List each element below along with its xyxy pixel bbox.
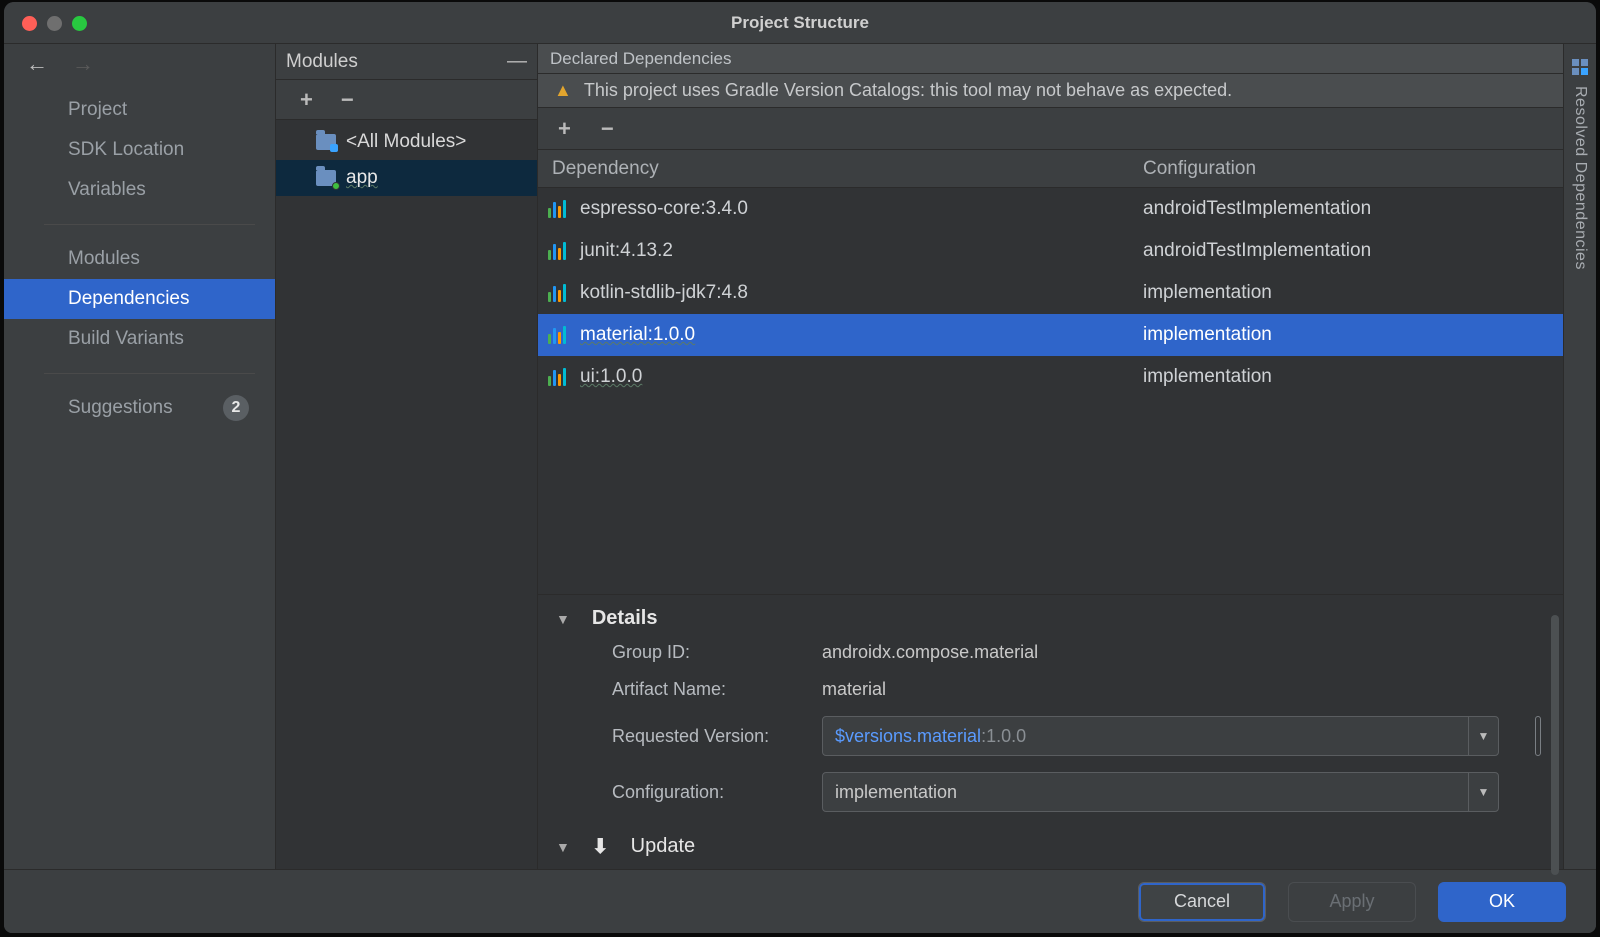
chevron-down-icon: ▼ xyxy=(1468,773,1498,811)
collapse-icon[interactable]: — xyxy=(507,50,527,73)
warning-text: This project uses Gradle Version Catalog… xyxy=(584,80,1232,101)
dep-config: androidTestImplementation xyxy=(1143,198,1563,220)
library-icon xyxy=(548,326,566,344)
download-icon: ⬇ xyxy=(592,834,609,859)
project-structure-window: Project Structure ← → Project SDK Locati… xyxy=(4,2,1596,933)
deps-table-header: Dependency Configuration xyxy=(538,150,1563,188)
requested-version-label: Requested Version: xyxy=(612,726,822,747)
dep-row[interactable]: junit:4.13.2 androidTestImplementation xyxy=(538,230,1563,272)
suggestions-badge: 2 xyxy=(223,395,249,421)
sidebar: ← → Project SDK Location Variables Modul… xyxy=(4,44,276,869)
chevron-down-icon: ▼ xyxy=(1468,717,1498,755)
dep-name: ui:1.0.0 xyxy=(580,366,642,388)
dialog-footer: Cancel Apply OK xyxy=(4,869,1596,933)
dependencies-panel: Declared Dependencies ▲ This project use… xyxy=(538,44,1564,869)
version-variable: $versions.material xyxy=(835,726,981,747)
minimize-icon[interactable] xyxy=(47,16,62,31)
library-icon xyxy=(548,368,566,386)
divider xyxy=(44,373,255,374)
maximize-icon[interactable] xyxy=(72,16,87,31)
group-id-label: Group ID: xyxy=(612,642,822,663)
nav-history: ← → xyxy=(4,44,275,84)
details-panel: ▼ Details Group ID: androidx.compose.mat… xyxy=(538,594,1563,869)
update-chevron-icon[interactable]: ▼ xyxy=(556,839,570,855)
sidebar-item-sdk-location[interactable]: SDK Location xyxy=(4,130,275,170)
modules-panel: Modules — + − <All Modules> app xyxy=(276,44,538,869)
module-label: <All Modules> xyxy=(346,131,466,153)
configuration-dropdown[interactable]: implementation ▼ xyxy=(822,772,1499,812)
titlebar: Project Structure xyxy=(4,2,1596,44)
resolved-deps-label: Resolved Dependencies xyxy=(1571,86,1589,270)
module-app[interactable]: app xyxy=(276,160,537,196)
forward-icon[interactable]: → xyxy=(72,51,94,77)
dep-config: implementation xyxy=(1143,324,1563,346)
requested-version-dropdown[interactable]: $versions.material : 1.0.0 ▼ xyxy=(822,716,1499,756)
library-icon xyxy=(548,200,566,218)
dep-config: implementation xyxy=(1143,366,1563,388)
warning-bar: ▲ This project uses Gradle Version Catal… xyxy=(538,74,1563,108)
col-dependency: Dependency xyxy=(552,158,1143,180)
scrollbar[interactable] xyxy=(1551,615,1559,875)
modules-tree: <All Modules> app xyxy=(276,120,537,196)
configuration-value: implementation xyxy=(835,782,957,803)
gutter-indicator xyxy=(1535,716,1541,756)
resolved-deps-icon xyxy=(1571,58,1589,76)
resolved-deps-tab[interactable]: Resolved Dependencies xyxy=(1564,44,1596,869)
modules-header: Modules — xyxy=(276,44,537,80)
dep-config: implementation xyxy=(1143,282,1563,304)
deps-table: espresso-core:3.4.0 androidTestImplement… xyxy=(538,188,1563,398)
remove-dependency-button[interactable]: − xyxy=(601,116,614,142)
apply-button[interactable]: Apply xyxy=(1288,882,1416,922)
remove-module-button[interactable]: − xyxy=(341,87,354,113)
dep-name: espresso-core:3.4.0 xyxy=(580,198,748,220)
dep-row[interactable]: ui:1.0.0 implementation xyxy=(538,356,1563,398)
warning-icon: ▲ xyxy=(554,80,572,101)
add-module-button[interactable]: + xyxy=(300,87,313,113)
back-icon[interactable]: ← xyxy=(26,51,48,77)
close-icon[interactable] xyxy=(22,16,37,31)
sidebar-item-build-variants[interactable]: Build Variants xyxy=(4,319,275,359)
declared-deps-title: Declared Dependencies xyxy=(538,44,1563,74)
details-heading: Details xyxy=(592,607,658,630)
add-dependency-button[interactable]: + xyxy=(558,116,571,142)
dep-row[interactable]: kotlin-stdlib-jdk7:4.8 implementation xyxy=(538,272,1563,314)
window-controls xyxy=(22,16,87,31)
sidebar-item-project[interactable]: Project xyxy=(4,90,275,130)
window-title: Project Structure xyxy=(4,13,1596,33)
folder-icon xyxy=(316,134,336,150)
col-configuration: Configuration xyxy=(1143,158,1563,180)
version-value: 1.0.0 xyxy=(986,726,1026,747)
dep-name: material:1.0.0 xyxy=(580,324,695,346)
sidebar-item-variables[interactable]: Variables xyxy=(4,170,275,210)
dep-name: kotlin-stdlib-jdk7:4.8 xyxy=(580,282,748,304)
configuration-label: Configuration: xyxy=(612,782,822,803)
artifact-name-value: material xyxy=(822,679,1499,700)
module-label: app xyxy=(346,167,378,189)
group-id-value: androidx.compose.material xyxy=(822,642,1499,663)
update-heading: Update xyxy=(631,835,696,858)
folder-icon xyxy=(316,170,336,186)
sidebar-item-suggestions[interactable]: Suggestions 2 xyxy=(4,388,275,428)
modules-toolbar: + − xyxy=(276,80,537,120)
dep-name: junit:4.13.2 xyxy=(580,240,673,262)
divider xyxy=(44,224,255,225)
dep-config: androidTestImplementation xyxy=(1143,240,1563,262)
deps-toolbar: + − xyxy=(538,108,1563,150)
library-icon xyxy=(548,284,566,302)
dep-row[interactable]: espresso-core:3.4.0 androidTestImplement… xyxy=(538,188,1563,230)
cancel-button[interactable]: Cancel xyxy=(1138,882,1266,922)
ok-button[interactable]: OK xyxy=(1438,882,1566,922)
modules-header-label: Modules xyxy=(286,51,358,73)
module-all[interactable]: <All Modules> xyxy=(276,124,537,160)
sidebar-item-modules[interactable]: Modules xyxy=(4,239,275,279)
sidebar-item-dependencies[interactable]: Dependencies xyxy=(4,279,275,319)
artifact-name-label: Artifact Name: xyxy=(612,679,822,700)
dep-row[interactable]: material:1.0.0 implementation xyxy=(538,314,1563,356)
details-chevron-icon[interactable]: ▼ xyxy=(556,611,570,627)
library-icon xyxy=(548,242,566,260)
